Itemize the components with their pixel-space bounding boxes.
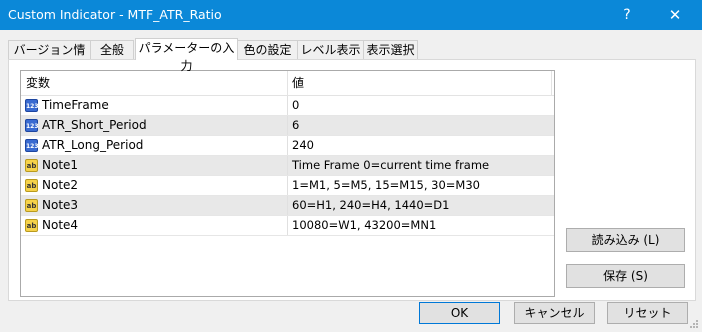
load-button[interactable]: 読み込み (L) (566, 228, 685, 252)
column-header-variable[interactable]: 変数 (26, 71, 50, 95)
window-title: Custom Indicator - MTF_ATR_Ratio (8, 7, 222, 22)
cell-divider (287, 156, 288, 175)
table-row[interactable]: 123 ATR_Long_Period 240 (21, 136, 554, 156)
close-icon: ✕ (668, 6, 682, 24)
tab-label: レベル表示 (300, 43, 361, 57)
parameter-name: Note4 (42, 218, 79, 232)
parameter-value[interactable]: 240 (292, 136, 314, 155)
parameter-name: Note3 (42, 198, 79, 212)
parameter-name: ATR_Long_Period (42, 138, 144, 152)
numeric-parameter-icon: 123 (25, 119, 39, 132)
parameter-name: TimeFrame (42, 98, 109, 112)
column-header-value[interactable]: 値 (292, 71, 304, 95)
tab-general[interactable]: 全般 (90, 40, 134, 59)
ok-button[interactable]: OK (419, 302, 500, 324)
string-parameter-icon: ab (25, 179, 38, 192)
close-button[interactable]: ✕ (652, 0, 698, 30)
tab-visualization[interactable]: 表示選択 (363, 40, 418, 59)
save-button[interactable]: 保存 (S) (566, 264, 685, 288)
table-row[interactable]: 123 ATR_Short_Period 6 (21, 116, 554, 136)
parameter-value[interactable]: Time Frame 0=current time frame (292, 156, 489, 175)
tab-input-parameters[interactable]: パラメーターの入力 (135, 38, 238, 73)
reset-button[interactable]: リセット (607, 302, 688, 324)
parameter-value[interactable]: 1=M1, 5=M5, 15=M15, 30=M30 (292, 176, 480, 195)
tab-version-info[interactable]: バージョン情報 (8, 40, 91, 75)
string-parameter-icon: ab (25, 199, 38, 212)
parameter-value[interactable]: 6 (292, 116, 299, 135)
help-button[interactable]: ? (604, 0, 650, 30)
indicator-dialog: Custom Indicator - MTF_ATR_Ratio ? ✕ バージ… (0, 0, 702, 332)
parameter-name: Note2 (42, 178, 79, 192)
cell-divider (287, 136, 288, 155)
title-bar: Custom Indicator - MTF_ATR_Ratio ? ✕ (0, 0, 702, 30)
numeric-parameter-icon: 123 (25, 139, 39, 152)
string-parameter-icon: ab (25, 219, 38, 232)
tab-content-panel: 変数 値 123 TimeFrame 0 123 ATR_Short_Perio… (8, 59, 696, 301)
tab-label: 全般 (99, 43, 124, 57)
parameters-table: 変数 値 123 TimeFrame 0 123 ATR_Short_Perio… (20, 70, 555, 297)
tab-label: 色の設定 (243, 43, 292, 57)
cancel-button[interactable]: キャンセル (514, 302, 595, 324)
cell-divider (287, 176, 288, 195)
parameter-name: Note1 (42, 158, 79, 172)
table-row[interactable]: ab Note1 Time Frame 0=current time frame (21, 156, 554, 176)
table-header: 変数 値 (21, 71, 554, 96)
cell-divider (287, 96, 288, 115)
resize-grip-icon[interactable] (690, 320, 700, 330)
table-row[interactable]: 123 TimeFrame 0 (21, 96, 554, 116)
parameter-value[interactable]: 60=H1, 240=H4, 1440=D1 (292, 196, 449, 215)
cell-divider (287, 216, 288, 235)
tab-label: 表示選択 (366, 43, 415, 57)
string-parameter-icon: ab (25, 159, 38, 172)
tab-level-display[interactable]: レベル表示 (297, 40, 364, 59)
cell-divider (287, 196, 288, 215)
parameter-value[interactable]: 0 (292, 96, 299, 115)
column-divider[interactable] (551, 71, 552, 95)
table-row[interactable]: ab Note2 1=M1, 5=M5, 15=M15, 30=M30 (21, 176, 554, 196)
cell-divider (287, 116, 288, 135)
table-row[interactable]: ab Note3 60=H1, 240=H4, 1440=D1 (21, 196, 554, 216)
numeric-parameter-icon: 123 (25, 99, 39, 112)
help-icon: ? (623, 7, 631, 23)
tab-color-settings[interactable]: 色の設定 (237, 40, 298, 59)
column-divider[interactable] (287, 71, 288, 95)
table-row[interactable]: ab Note4 10080=W1, 43200=MN1 (21, 216, 554, 236)
parameter-name: ATR_Short_Period (42, 118, 147, 132)
parameter-value[interactable]: 10080=W1, 43200=MN1 (292, 216, 436, 235)
